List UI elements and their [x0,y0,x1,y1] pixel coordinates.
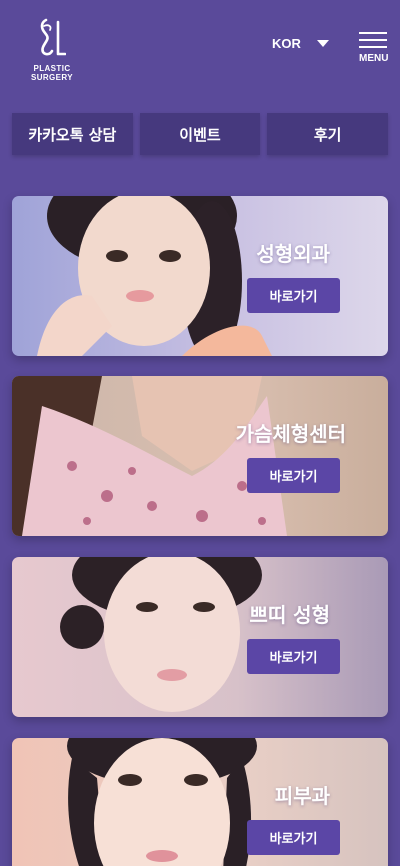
logo[interactable]: PLASTIC SURGERY [12,18,92,82]
tab-kakaotalk-consult[interactable]: 카카오톡 상담 [12,113,133,155]
language-label: KOR [272,36,301,51]
site-header: PLASTIC SURGERY KOR MENU [0,0,400,90]
card-title: 쁘띠 성형 [249,603,330,627]
category-card-breast-center[interactable]: 가슴체형센터 바로가기 [12,376,388,536]
card-image-face [12,196,388,356]
quick-links: 카카오톡 상담 이벤트 후기 [12,113,389,155]
category-card-petit[interactable]: 쁘띠 성형 바로가기 [12,557,388,717]
language-selector[interactable]: KOR [272,36,329,51]
card-title: 성형외과 [256,242,330,266]
logo-text: PLASTIC SURGERY [30,64,74,82]
go-button-dermatology[interactable]: 바로가기 [247,820,340,855]
go-button-plastic-surgery[interactable]: 바로가기 [247,278,340,313]
chevron-down-icon [316,40,329,47]
card-title: 가슴체형센터 [235,422,346,446]
go-button-petit[interactable]: 바로가기 [247,639,340,674]
category-card-plastic-surgery[interactable]: 성형외과 바로가기 [12,196,388,356]
menu-button[interactable]: MENU [359,32,389,64]
bl-logo-icon [40,18,66,56]
tab-event[interactable]: 이벤트 [139,113,261,155]
tab-review[interactable]: 후기 [267,113,389,155]
category-card-dermatology[interactable]: 피부과 바로가기 [12,738,388,866]
go-button-breast-center[interactable]: 바로가기 [247,458,340,493]
card-image-face [12,557,388,717]
menu-label: MENU [359,53,389,64]
card-title: 피부과 [274,784,330,808]
card-image-dress [12,376,388,536]
hamburger-icon [359,32,387,48]
